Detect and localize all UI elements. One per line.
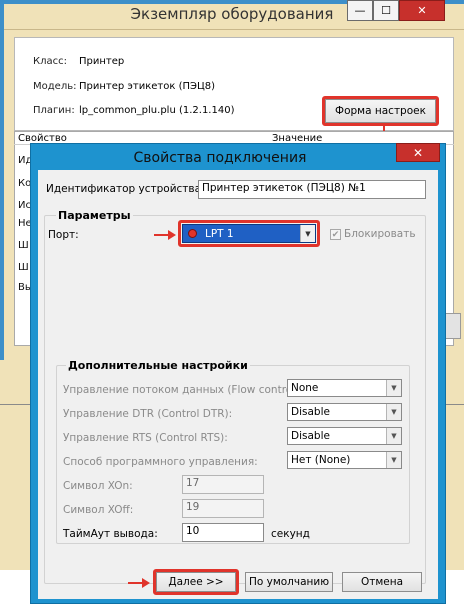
- dtr-select[interactable]: Disable ▼: [287, 403, 402, 421]
- timeout-label: ТаймАут вывода:: [63, 528, 158, 540]
- class-value: Принтер: [79, 56, 125, 67]
- dialog-close-button[interactable]: ✕: [396, 143, 440, 162]
- model-label: Модель:: [33, 81, 77, 92]
- class-row: Класс: Принтер: [33, 56, 124, 67]
- dtr-value: Disable: [291, 406, 330, 418]
- chevron-down-icon[interactable]: ▼: [386, 428, 401, 444]
- chevron-down-icon[interactable]: ▼: [300, 225, 315, 242]
- flow-control-label: Управление потоком данных (Flow control)…: [63, 384, 303, 396]
- list-item[interactable]: Ш: [18, 262, 29, 273]
- dtr-label: Управление DTR (Control DTR):: [63, 408, 233, 420]
- advanced-settings-title: Дополнительные настройки: [66, 359, 250, 372]
- plugin-value: lp_common_plu.plu (1.2.1.140): [79, 105, 235, 116]
- minimize-button[interactable]: —: [347, 0, 373, 21]
- model-row: Модель: Принтер этикеток (ПЭЦ8): [33, 81, 215, 92]
- maximize-button[interactable]: ☐: [373, 0, 399, 21]
- port-status-icon: [188, 229, 197, 238]
- soft-control-select[interactable]: Нет (None) ▼: [287, 451, 402, 469]
- rts-label: Управление RTS (Control RTS):: [63, 432, 228, 444]
- dialog-title: Свойства подключения: [133, 150, 307, 166]
- default-button[interactable]: По умолчанию: [245, 572, 333, 592]
- cancel-button[interactable]: Отмена: [342, 572, 422, 592]
- block-checkbox[interactable]: ✔: [330, 229, 341, 240]
- device-id-input[interactable]: Принтер этикеток (ПЭЦ8) №1: [198, 180, 426, 199]
- close-button[interactable]: ✕: [399, 0, 445, 21]
- rts-value: Disable: [291, 430, 330, 442]
- device-id-label: Идентификатор устройства:: [46, 183, 205, 195]
- list-item[interactable]: Ш: [18, 240, 29, 251]
- plugin-row: Плагин: lp_common_plu.plu (1.2.1.140): [33, 105, 234, 116]
- next-button[interactable]: Далее >>: [156, 572, 236, 592]
- parameters-group-title: Параметры: [56, 209, 133, 222]
- model-value: Принтер этикеток (ПЭЦ8): [79, 81, 216, 92]
- rts-select[interactable]: Disable ▼: [287, 427, 402, 445]
- port-select-value: LPT 1: [205, 227, 234, 240]
- port-select[interactable]: LPT 1 ▼: [182, 224, 316, 243]
- chevron-down-icon[interactable]: ▼: [386, 380, 401, 396]
- plugin-label: Плагин:: [33, 105, 75, 116]
- check-icon: ✔: [331, 229, 340, 240]
- chevron-down-icon[interactable]: ▼: [386, 452, 401, 468]
- xon-label: Символ XOn:: [63, 480, 133, 492]
- chevron-down-icon[interactable]: ▼: [386, 404, 401, 420]
- xon-input[interactable]: 17: [182, 475, 264, 494]
- port-label: Порт:: [48, 229, 79, 241]
- soft-control-value: Нет (None): [291, 454, 351, 466]
- settings-form-button[interactable]: Форма настроек: [325, 99, 436, 123]
- port-arrow-head: [168, 230, 176, 240]
- timeout-input[interactable]: 10: [182, 523, 264, 542]
- next-arrow-head: [142, 578, 150, 588]
- soft-control-label: Способ программного управления:: [63, 456, 258, 468]
- outer-window-controls: — ☐ ✕: [347, 0, 445, 22]
- timeout-unit: секунд: [271, 528, 310, 540]
- class-label: Класс:: [33, 56, 67, 67]
- block-label: Блокировать: [344, 228, 416, 240]
- xoff-input[interactable]: 19: [182, 499, 264, 518]
- flow-control-value: None: [291, 382, 319, 394]
- flow-control-select[interactable]: None ▼: [287, 379, 402, 397]
- xoff-label: Символ XOff:: [63, 504, 134, 516]
